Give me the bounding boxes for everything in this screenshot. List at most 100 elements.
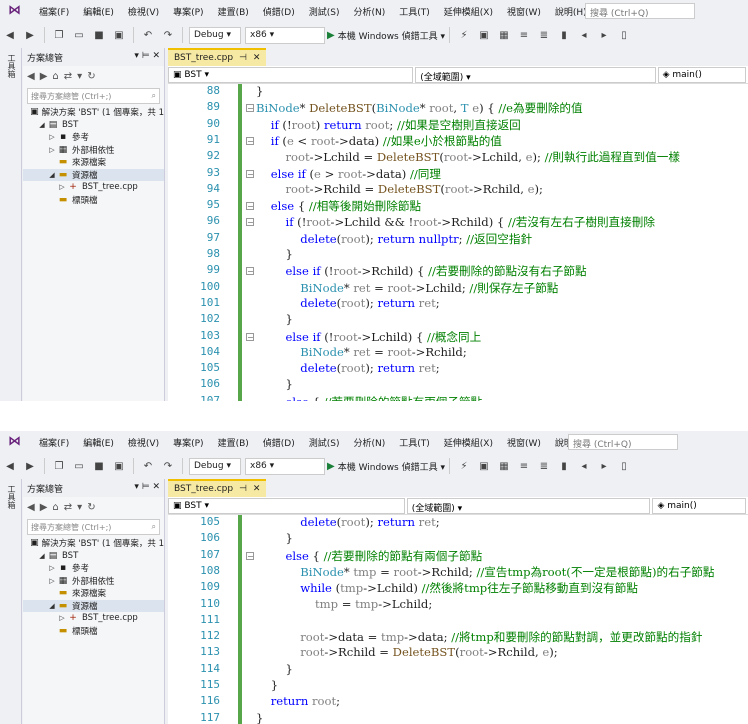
save-all-icon[interactable]: ▣ bbox=[112, 459, 126, 473]
filter-icon[interactable]: ▾ bbox=[77, 71, 82, 82]
home-icon[interactable]: ⌂ bbox=[52, 71, 58, 82]
menu-item[interactable]: 測試(S) bbox=[302, 436, 347, 449]
fold-toggle-icon[interactable]: − bbox=[246, 202, 254, 211]
forward-icon[interactable]: ▶ bbox=[23, 459, 37, 473]
comment-icon[interactable]: ≡ bbox=[517, 459, 531, 473]
layout-icon[interactable]: ▦ bbox=[497, 28, 511, 42]
project-dropdown[interactable]: ▣ BST ▾ bbox=[168, 66, 414, 83]
fold-toggle-icon[interactable]: − bbox=[246, 551, 254, 560]
fold-toggle-icon[interactable]: − bbox=[246, 169, 254, 178]
code-line[interactable]: BiNode* ret = root->Rchild; bbox=[256, 345, 467, 359]
redo-icon[interactable]: ↷ bbox=[161, 459, 175, 473]
menu-item[interactable]: 偵錯(D) bbox=[256, 436, 302, 449]
code-line[interactable]: if (!root) return root; //如果是空樹則直接返回 bbox=[256, 117, 521, 133]
scope-dropdown[interactable]: (全域範圍) ▾ bbox=[415, 66, 656, 83]
fold-toggle-icon[interactable]: − bbox=[246, 104, 254, 113]
function-dropdown[interactable]: ◈ main() bbox=[652, 497, 747, 514]
menu-item[interactable]: 建置(B) bbox=[211, 5, 256, 18]
sync-icon[interactable]: ⇄ bbox=[64, 71, 72, 82]
pane-controls[interactable]: ▾ ⊨ ✕ bbox=[134, 51, 160, 63]
code-line[interactable]: } bbox=[256, 312, 292, 326]
undo-icon[interactable]: ↶ bbox=[141, 459, 155, 473]
config-dropdown[interactable]: Debug ▾ bbox=[189, 26, 241, 44]
menu-item[interactable]: 工具(T) bbox=[392, 5, 437, 18]
code-line[interactable]: return root; bbox=[256, 694, 340, 708]
menu-item[interactable]: 檔案(F) bbox=[32, 5, 76, 18]
code-line[interactable]: else { //若要刪除的節點有兩個子節點 bbox=[256, 548, 482, 564]
close-icon[interactable]: ✕ bbox=[253, 484, 261, 494]
header-files-node[interactable]: ▬ 標頭檔 bbox=[23, 625, 164, 638]
menu-item[interactable]: 視窗(W) bbox=[500, 5, 548, 18]
menu-item[interactable]: 延伸模組(X) bbox=[437, 5, 500, 18]
camera-icon[interactable]: ▣ bbox=[477, 28, 491, 42]
expand-toggle-icon[interactable]: ◢ bbox=[47, 602, 57, 610]
run-button[interactable]: 本機 Windows 偵錯工具 ▾ bbox=[338, 29, 445, 42]
code-line[interactable]: delete(root); return ret; bbox=[256, 296, 439, 310]
solution-search-input[interactable]: 搜尋方案總管 (Ctrl+;) ⌕ bbox=[27, 88, 160, 104]
code-line[interactable]: BiNode* ret = root->Lchild; //則保存左子節點 bbox=[256, 280, 558, 296]
references-node[interactable]: ▷ ▪ 參考 bbox=[23, 131, 164, 144]
menu-item[interactable]: 工具(T) bbox=[392, 436, 437, 449]
undo-icon[interactable]: ↶ bbox=[141, 28, 155, 42]
code-line[interactable]: else if (!root->Rchild) { //若要刪除的節點沒有右子節… bbox=[256, 263, 586, 279]
menu-item[interactable]: 偵錯(D) bbox=[256, 5, 302, 18]
menu-item[interactable]: 視窗(W) bbox=[500, 436, 548, 449]
close-icon[interactable]: ✕ bbox=[253, 53, 261, 63]
code-line[interactable]: } bbox=[256, 678, 278, 692]
project-node[interactable]: ◢ ▤ BST bbox=[23, 550, 164, 563]
source-files-node[interactable]: ▬ 來源檔案 bbox=[23, 156, 164, 169]
menu-item[interactable]: 分析(N) bbox=[346, 5, 392, 18]
code-line[interactable]: if (e < root->data) //如果e小於根節點的值 bbox=[256, 133, 502, 149]
code-line[interactable]: root->data = tmp->data; //將tmp和要刪除的節點對調，… bbox=[256, 629, 702, 645]
redo-icon[interactable]: ↷ bbox=[161, 28, 175, 42]
bookmark-clear-icon[interactable]: ▯ bbox=[617, 28, 631, 42]
menu-item[interactable]: 檔案(F) bbox=[32, 436, 76, 449]
expand-toggle-icon[interactable]: ▷ bbox=[47, 133, 57, 141]
comment-icon[interactable]: ≡ bbox=[517, 28, 531, 42]
tab-bst-tree-cpp[interactable]: BST_tree.cpp ⊣ ✕ bbox=[168, 479, 267, 497]
menu-item[interactable]: 分析(N) bbox=[346, 436, 392, 449]
header-files-node[interactable]: ▬ 標頭檔 bbox=[23, 194, 164, 207]
cpp-file-node[interactable]: ▷ + BST_tree.cpp bbox=[23, 612, 164, 625]
back-icon[interactable]: ◀ bbox=[3, 28, 17, 42]
fold-toggle-icon[interactable]: − bbox=[246, 218, 254, 227]
platform-dropdown[interactable]: x86 ▾ bbox=[245, 26, 325, 44]
uncomment-icon[interactable]: ≣ bbox=[537, 28, 551, 42]
toolbox-tab[interactable]: 工具箱 bbox=[6, 54, 17, 78]
pane-controls[interactable]: ▾ ⊨ ✕ bbox=[134, 482, 160, 494]
source-files-node[interactable]: ▬ 來源檔案 bbox=[23, 587, 164, 600]
code-line[interactable]: root->Lchild = DeleteBST(root->Lchild, e… bbox=[256, 149, 679, 165]
project-dropdown[interactable]: ▣ BST ▾ bbox=[168, 497, 405, 514]
code-line[interactable]: if (!root->Lchild && !root->Rchild) { //… bbox=[256, 214, 654, 230]
code-line[interactable]: } bbox=[256, 662, 292, 676]
back-icon[interactable]: ◀ bbox=[27, 502, 35, 513]
expand-toggle-icon[interactable]: ▷ bbox=[47, 564, 57, 572]
references-node[interactable]: ▷ ▪ 參考 bbox=[23, 562, 164, 575]
code-line[interactable]: root->Rchild = DeleteBST(root->Rchild, e… bbox=[256, 182, 542, 196]
open-icon[interactable]: ▭ bbox=[72, 28, 86, 42]
bookmark-prev-icon[interactable]: ◂ bbox=[577, 28, 591, 42]
code-line[interactable]: delete(root); return nullptr; //返回空指針 bbox=[256, 231, 532, 247]
expand-toggle-icon[interactable]: ◢ bbox=[37, 121, 47, 129]
code-line[interactable]: else if (!root->Lchild) { //概念同上 bbox=[256, 329, 481, 345]
expand-toggle-icon[interactable]: ▷ bbox=[47, 577, 57, 585]
code-line[interactable]: else { //若要刪除的節點有兩個子節點 bbox=[256, 394, 482, 401]
expand-toggle-icon[interactable]: ▷ bbox=[57, 614, 67, 622]
menu-item[interactable]: 專案(P) bbox=[166, 5, 210, 18]
bookmark-next-icon[interactable]: ▸ bbox=[597, 459, 611, 473]
search-box[interactable]: 搜尋 (Ctrl+Q) bbox=[568, 434, 678, 450]
fold-toggle-icon[interactable]: − bbox=[246, 332, 254, 341]
fold-toggle-icon[interactable]: − bbox=[246, 136, 254, 145]
bookmark-prev-icon[interactable]: ◂ bbox=[577, 459, 591, 473]
refresh-icon[interactable]: ↻ bbox=[87, 502, 95, 513]
project-node[interactable]: ◢ ▤ BST bbox=[23, 119, 164, 132]
pin-icon[interactable]: ⊣ bbox=[239, 53, 247, 63]
code-line[interactable]: } bbox=[256, 84, 263, 98]
menu-item[interactable]: 延伸模組(X) bbox=[437, 436, 500, 449]
forward-icon[interactable]: ▶ bbox=[40, 502, 48, 513]
expand-toggle-icon[interactable]: ▷ bbox=[57, 183, 67, 191]
code-line[interactable]: } bbox=[256, 247, 292, 261]
camera-icon[interactable]: ▣ bbox=[477, 459, 491, 473]
code-line[interactable]: } bbox=[256, 531, 292, 545]
bookmark-icon[interactable]: ▮ bbox=[557, 28, 571, 42]
